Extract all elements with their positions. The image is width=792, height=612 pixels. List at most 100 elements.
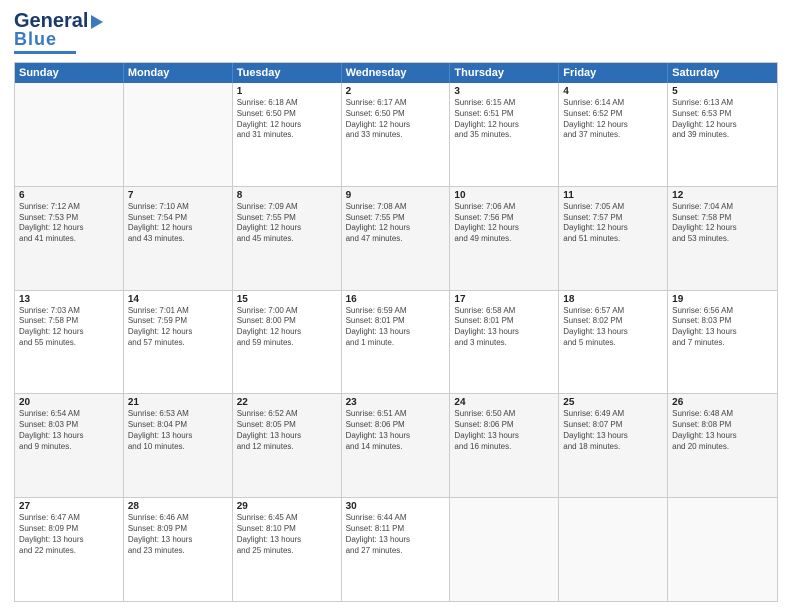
day-content: Sunrise: 6:56 AM Sunset: 8:03 PM Dayligh… <box>672 306 773 349</box>
day-content: Sunrise: 6:46 AM Sunset: 8:09 PM Dayligh… <box>128 513 228 556</box>
logo: General Blue <box>14 10 103 54</box>
day-number: 29 <box>237 501 337 512</box>
day-number: 19 <box>672 294 773 305</box>
day-content: Sunrise: 6:51 AM Sunset: 8:06 PM Dayligh… <box>346 409 446 452</box>
day-content: Sunrise: 6:52 AM Sunset: 8:05 PM Dayligh… <box>237 409 337 452</box>
calendar-cell: 8Sunrise: 7:09 AM Sunset: 7:55 PM Daylig… <box>233 187 342 290</box>
day-content: Sunrise: 6:57 AM Sunset: 8:02 PM Dayligh… <box>563 306 663 349</box>
calendar-cell: 28Sunrise: 6:46 AM Sunset: 8:09 PM Dayli… <box>124 498 233 601</box>
calendar-body: 1Sunrise: 6:18 AM Sunset: 6:50 PM Daylig… <box>15 83 777 601</box>
calendar-week-row: 27Sunrise: 6:47 AM Sunset: 8:09 PM Dayli… <box>15 498 777 601</box>
day-content: Sunrise: 6:49 AM Sunset: 8:07 PM Dayligh… <box>563 409 663 452</box>
day-content: Sunrise: 6:14 AM Sunset: 6:52 PM Dayligh… <box>563 98 663 141</box>
day-number: 16 <box>346 294 446 305</box>
day-number: 25 <box>563 397 663 408</box>
day-number: 28 <box>128 501 228 512</box>
day-number: 2 <box>346 86 446 97</box>
calendar-cell: 22Sunrise: 6:52 AM Sunset: 8:05 PM Dayli… <box>233 394 342 497</box>
calendar-header-day: Sunday <box>15 63 124 83</box>
calendar-cell: 18Sunrise: 6:57 AM Sunset: 8:02 PM Dayli… <box>559 291 668 394</box>
day-number: 12 <box>672 190 773 201</box>
day-content: Sunrise: 7:00 AM Sunset: 8:00 PM Dayligh… <box>237 306 337 349</box>
calendar: SundayMondayTuesdayWednesdayThursdayFrid… <box>14 62 778 602</box>
day-number: 3 <box>454 86 554 97</box>
day-number: 26 <box>672 397 773 408</box>
day-content: Sunrise: 6:50 AM Sunset: 8:06 PM Dayligh… <box>454 409 554 452</box>
calendar-cell <box>668 498 777 601</box>
day-content: Sunrise: 6:15 AM Sunset: 6:51 PM Dayligh… <box>454 98 554 141</box>
day-content: Sunrise: 6:59 AM Sunset: 8:01 PM Dayligh… <box>346 306 446 349</box>
calendar-cell <box>124 83 233 186</box>
day-content: Sunrise: 7:04 AM Sunset: 7:58 PM Dayligh… <box>672 202 773 245</box>
calendar-cell: 10Sunrise: 7:06 AM Sunset: 7:56 PM Dayli… <box>450 187 559 290</box>
day-content: Sunrise: 7:10 AM Sunset: 7:54 PM Dayligh… <box>128 202 228 245</box>
calendar-cell: 4Sunrise: 6:14 AM Sunset: 6:52 PM Daylig… <box>559 83 668 186</box>
calendar-cell: 15Sunrise: 7:00 AM Sunset: 8:00 PM Dayli… <box>233 291 342 394</box>
day-number: 1 <box>237 86 337 97</box>
calendar-cell: 29Sunrise: 6:45 AM Sunset: 8:10 PM Dayli… <box>233 498 342 601</box>
calendar-cell: 24Sunrise: 6:50 AM Sunset: 8:06 PM Dayli… <box>450 394 559 497</box>
day-number: 15 <box>237 294 337 305</box>
day-number: 7 <box>128 190 228 201</box>
calendar-cell: 19Sunrise: 6:56 AM Sunset: 8:03 PM Dayli… <box>668 291 777 394</box>
calendar-week-row: 6Sunrise: 7:12 AM Sunset: 7:53 PM Daylig… <box>15 187 777 291</box>
day-content: Sunrise: 7:06 AM Sunset: 7:56 PM Dayligh… <box>454 202 554 245</box>
logo-underline <box>14 51 76 54</box>
day-content: Sunrise: 7:12 AM Sunset: 7:53 PM Dayligh… <box>19 202 119 245</box>
calendar-cell <box>450 498 559 601</box>
day-content: Sunrise: 6:54 AM Sunset: 8:03 PM Dayligh… <box>19 409 119 452</box>
day-content: Sunrise: 7:01 AM Sunset: 7:59 PM Dayligh… <box>128 306 228 349</box>
calendar-week-row: 13Sunrise: 7:03 AM Sunset: 7:58 PM Dayli… <box>15 291 777 395</box>
calendar-cell: 23Sunrise: 6:51 AM Sunset: 8:06 PM Dayli… <box>342 394 451 497</box>
day-content: Sunrise: 6:17 AM Sunset: 6:50 PM Dayligh… <box>346 98 446 141</box>
day-number: 27 <box>19 501 119 512</box>
calendar-cell: 6Sunrise: 7:12 AM Sunset: 7:53 PM Daylig… <box>15 187 124 290</box>
day-number: 11 <box>563 190 663 201</box>
header: General Blue <box>14 10 778 54</box>
day-number: 6 <box>19 190 119 201</box>
calendar-header: SundayMondayTuesdayWednesdayThursdayFrid… <box>15 63 777 83</box>
day-content: Sunrise: 7:03 AM Sunset: 7:58 PM Dayligh… <box>19 306 119 349</box>
day-number: 4 <box>563 86 663 97</box>
calendar-cell: 27Sunrise: 6:47 AM Sunset: 8:09 PM Dayli… <box>15 498 124 601</box>
calendar-cell <box>559 498 668 601</box>
page: General Blue SundayMondayTuesdayWednesda… <box>0 0 792 612</box>
day-content: Sunrise: 6:44 AM Sunset: 8:11 PM Dayligh… <box>346 513 446 556</box>
day-number: 14 <box>128 294 228 305</box>
calendar-cell: 3Sunrise: 6:15 AM Sunset: 6:51 PM Daylig… <box>450 83 559 186</box>
calendar-cell: 11Sunrise: 7:05 AM Sunset: 7:57 PM Dayli… <box>559 187 668 290</box>
calendar-cell: 2Sunrise: 6:17 AM Sunset: 6:50 PM Daylig… <box>342 83 451 186</box>
day-number: 23 <box>346 397 446 408</box>
calendar-header-day: Thursday <box>450 63 559 83</box>
calendar-cell: 17Sunrise: 6:58 AM Sunset: 8:01 PM Dayli… <box>450 291 559 394</box>
calendar-cell: 5Sunrise: 6:13 AM Sunset: 6:53 PM Daylig… <box>668 83 777 186</box>
day-content: Sunrise: 6:53 AM Sunset: 8:04 PM Dayligh… <box>128 409 228 452</box>
calendar-cell: 7Sunrise: 7:10 AM Sunset: 7:54 PM Daylig… <box>124 187 233 290</box>
day-number: 10 <box>454 190 554 201</box>
day-content: Sunrise: 6:18 AM Sunset: 6:50 PM Dayligh… <box>237 98 337 141</box>
calendar-cell: 13Sunrise: 7:03 AM Sunset: 7:58 PM Dayli… <box>15 291 124 394</box>
calendar-cell: 20Sunrise: 6:54 AM Sunset: 8:03 PM Dayli… <box>15 394 124 497</box>
logo-blue-text: Blue <box>14 29 57 50</box>
day-number: 18 <box>563 294 663 305</box>
day-content: Sunrise: 6:48 AM Sunset: 8:08 PM Dayligh… <box>672 409 773 452</box>
day-number: 24 <box>454 397 554 408</box>
day-number: 9 <box>346 190 446 201</box>
day-number: 20 <box>19 397 119 408</box>
calendar-cell: 9Sunrise: 7:08 AM Sunset: 7:55 PM Daylig… <box>342 187 451 290</box>
calendar-cell: 25Sunrise: 6:49 AM Sunset: 8:07 PM Dayli… <box>559 394 668 497</box>
day-content: Sunrise: 6:13 AM Sunset: 6:53 PM Dayligh… <box>672 98 773 141</box>
day-content: Sunrise: 7:09 AM Sunset: 7:55 PM Dayligh… <box>237 202 337 245</box>
calendar-cell <box>15 83 124 186</box>
calendar-cell: 26Sunrise: 6:48 AM Sunset: 8:08 PM Dayli… <box>668 394 777 497</box>
day-content: Sunrise: 6:58 AM Sunset: 8:01 PM Dayligh… <box>454 306 554 349</box>
calendar-header-day: Wednesday <box>342 63 451 83</box>
day-number: 5 <box>672 86 773 97</box>
day-number: 22 <box>237 397 337 408</box>
calendar-header-day: Monday <box>124 63 233 83</box>
calendar-week-row: 20Sunrise: 6:54 AM Sunset: 8:03 PM Dayli… <box>15 394 777 498</box>
day-number: 21 <box>128 397 228 408</box>
calendar-cell: 16Sunrise: 6:59 AM Sunset: 8:01 PM Dayli… <box>342 291 451 394</box>
calendar-cell: 1Sunrise: 6:18 AM Sunset: 6:50 PM Daylig… <box>233 83 342 186</box>
day-number: 8 <box>237 190 337 201</box>
